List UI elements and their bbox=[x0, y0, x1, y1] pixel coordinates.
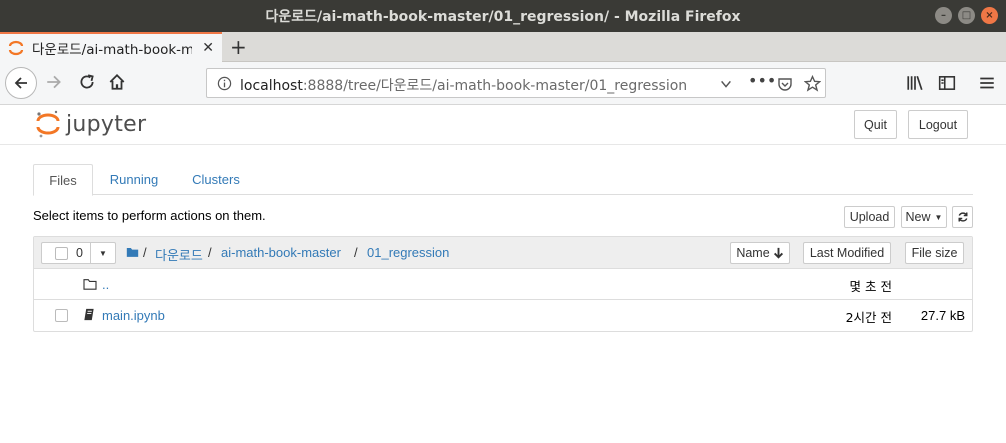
refresh-icon bbox=[958, 212, 967, 222]
modified-time: 몇 초 전 bbox=[849, 279, 892, 294]
pocket-icon[interactable] bbox=[777, 76, 793, 92]
list-item[interactable]: .. 몇 초 전 bbox=[34, 269, 972, 300]
back-button[interactable] bbox=[5, 67, 37, 99]
quit-button[interactable]: Quit bbox=[854, 110, 897, 139]
jupyter-favicon-icon bbox=[8, 40, 24, 56]
window-titlebar: 다운로드/ai-math-book-master/01_regression/ … bbox=[0, 0, 1006, 32]
bookmark-star-icon[interactable] bbox=[804, 75, 821, 92]
notebook-link[interactable]: main.ipynb bbox=[102, 308, 165, 323]
folder-icon[interactable] bbox=[126, 246, 139, 258]
close-tab-icon[interactable]: ✕ bbox=[202, 40, 214, 56]
select-all-checkbox-group[interactable]: 0 bbox=[41, 242, 91, 264]
upload-button[interactable]: Upload bbox=[844, 206, 895, 228]
refresh-button[interactable] bbox=[952, 206, 973, 228]
select-dropdown-button[interactable]: ▼ bbox=[90, 242, 116, 264]
nav-bar: localhost:8888/tree/다운로드/ai-math-book-ma… bbox=[0, 62, 1006, 105]
jupyter-logo-text: jupyter bbox=[66, 111, 147, 137]
jupyter-logo-icon bbox=[36, 110, 60, 138]
selected-count: 0 bbox=[76, 246, 83, 260]
name-column-label: Name bbox=[736, 246, 770, 260]
sort-file-size-button[interactable]: File size bbox=[905, 242, 964, 264]
file-list-header: 0 ▼ / 다운로드 / ai-math-book-master / 01_re… bbox=[34, 237, 972, 269]
sidebar-icon[interactable] bbox=[938, 74, 956, 92]
breadcrumb-downloads[interactable]: 다운로드 bbox=[155, 245, 203, 264]
tab-title: 다운로드/ai-math-book-m bbox=[32, 42, 192, 58]
breadcrumb-01-regression[interactable]: 01_regression bbox=[367, 245, 449, 260]
new-button-label: New bbox=[905, 210, 931, 224]
notebook-icon bbox=[84, 308, 94, 321]
folder-open-icon bbox=[83, 279, 97, 290]
selection-info: Select items to perform actions on them. bbox=[33, 208, 266, 223]
parent-directory-link[interactable]: .. bbox=[102, 277, 109, 292]
url-host: localhost bbox=[240, 78, 303, 94]
sort-last-modified-button[interactable]: Last Modified bbox=[803, 242, 891, 264]
tab-files[interactable]: Files bbox=[33, 164, 93, 196]
select-all-checkbox[interactable] bbox=[55, 246, 68, 260]
caret-down-icon: ▼ bbox=[99, 248, 107, 258]
reload-icon[interactable] bbox=[78, 73, 96, 91]
tab-clusters[interactable]: Clusters bbox=[179, 164, 253, 195]
tab-bar: 다운로드/ai-math-book-m ✕ + bbox=[0, 32, 1006, 62]
browser-tab[interactable]: 다운로드/ai-math-book-m ✕ bbox=[0, 32, 222, 62]
window-title: 다운로드/ai-math-book-master/01_regression/ … bbox=[265, 9, 741, 25]
library-icon[interactable] bbox=[906, 74, 924, 92]
url-path: :8888/tree/다운로드/ai-math-book-master/01_r… bbox=[302, 78, 688, 94]
jupyter-logo[interactable]: jupyter bbox=[36, 109, 146, 139]
minimize-button[interactable]: – bbox=[935, 7, 952, 24]
url-bar[interactable]: localhost:8888/tree/다운로드/ai-math-book-ma… bbox=[206, 68, 826, 98]
arrow-down-icon bbox=[773, 247, 783, 259]
breadcrumb-ai-math-book-master[interactable]: ai-math-book-master bbox=[221, 245, 341, 260]
tab-running[interactable]: Running bbox=[97, 164, 171, 195]
logout-button[interactable]: Logout bbox=[908, 110, 968, 139]
back-arrow-icon bbox=[14, 77, 27, 89]
file-size: 27.7 kB bbox=[920, 308, 965, 323]
new-dropdown-button[interactable]: New ▼ bbox=[901, 206, 947, 228]
close-window-button[interactable]: × bbox=[981, 7, 998, 24]
sort-name-button[interactable]: Name bbox=[730, 242, 790, 264]
info-icon[interactable] bbox=[217, 76, 232, 91]
file-list: 0 ▼ / 다운로드 / ai-math-book-master / 01_re… bbox=[33, 236, 973, 332]
breadcrumb-separator: / bbox=[143, 245, 147, 260]
menu-icon[interactable] bbox=[978, 74, 996, 92]
list-item[interactable]: main.ipynb 2시간 전 27.7 kB bbox=[34, 300, 972, 331]
caret-down-icon: ▼ bbox=[934, 212, 943, 222]
page-actions-icon[interactable]: ••• bbox=[748, 71, 776, 90]
row-checkbox[interactable] bbox=[55, 309, 68, 322]
home-icon[interactable] bbox=[108, 73, 126, 91]
jupyter-tabs: Files Running Clusters bbox=[33, 164, 973, 196]
maximize-button[interactable]: □ bbox=[958, 7, 975, 24]
url-text[interactable]: localhost:8888/tree/다운로드/ai-math-book-ma… bbox=[240, 75, 687, 95]
breadcrumb-separator: / bbox=[208, 245, 212, 260]
forward-arrow-icon[interactable] bbox=[45, 73, 63, 91]
new-tab-icon[interactable]: + bbox=[230, 35, 247, 59]
jupyter-header: jupyter Quit Logout bbox=[0, 105, 1006, 145]
breadcrumb-separator: / bbox=[354, 245, 358, 260]
modified-time: 2시간 전 bbox=[845, 310, 892, 325]
chevron-down-icon[interactable] bbox=[719, 77, 733, 91]
